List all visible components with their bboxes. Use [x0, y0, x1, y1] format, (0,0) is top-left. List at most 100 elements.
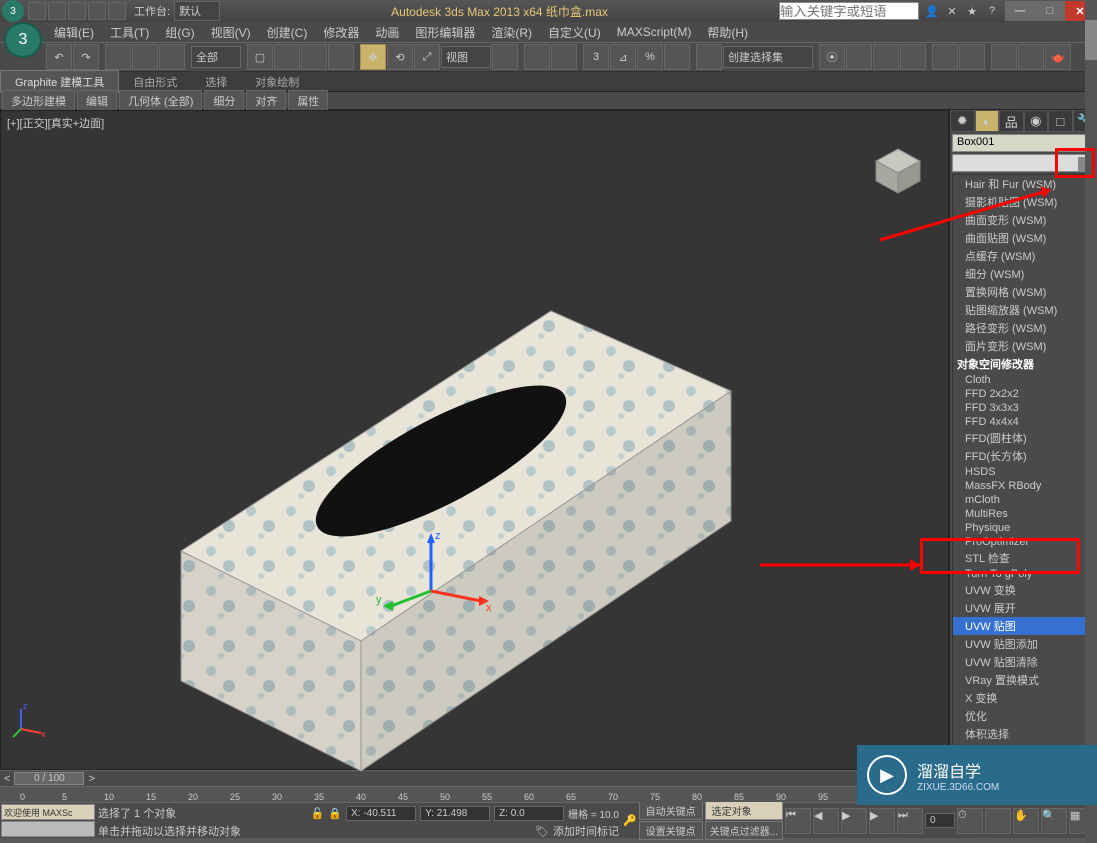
sign-in-icon[interactable]: 👤	[923, 2, 941, 20]
lock-selection-icon[interactable]: 🔒	[328, 807, 342, 820]
auto-key-button[interactable]: 自动关键点	[639, 801, 703, 820]
create-tab-icon[interactable]: ✹	[950, 110, 975, 132]
key-filters-button[interactable]: 关键点过滤器...	[705, 821, 783, 840]
layers-icon[interactable]	[873, 44, 899, 70]
ribbon-geometry[interactable]: 几何体 (全部)	[119, 90, 202, 112]
modifier-item[interactable]: VRay 置换模式	[953, 671, 1094, 689]
unlink-icon[interactable]	[132, 44, 158, 70]
named-selset-dropdown[interactable]: 创建选择集	[723, 46, 813, 68]
modifier-dropdown-list[interactable]: Hair 和 Fur (WSM)摄影机贴图 (WSM)曲面变形 (WSM)曲面贴…	[952, 174, 1095, 768]
modifier-item[interactable]: FFD(圆柱体)	[953, 429, 1094, 447]
key-mode-dropdown[interactable]: 选定对象	[705, 801, 783, 820]
window-crossing-icon[interactable]	[328, 44, 354, 70]
undo-icon[interactable]: ↶	[46, 44, 72, 70]
qat-save-icon[interactable]	[68, 2, 86, 20]
material-editor-icon[interactable]	[959, 44, 985, 70]
zoom-icon[interactable]: 🔍	[1041, 808, 1067, 834]
modifier-item[interactable]: 体积选择	[953, 725, 1094, 743]
app-icon[interactable]: 3	[2, 0, 24, 22]
modifier-item[interactable]: mCloth	[953, 493, 1094, 507]
pivot-icon[interactable]	[492, 44, 518, 70]
manipulate-icon[interactable]	[524, 44, 550, 70]
modifier-item[interactable]: ProOptimizer	[953, 535, 1094, 549]
maxscript-mini-listener[interactable]: 欢迎使用 MAXSc	[1, 804, 95, 820]
ribbon-align[interactable]: 对齐	[246, 90, 286, 112]
maxscript-output[interactable]	[1, 821, 95, 837]
qat-new-icon[interactable]	[28, 2, 46, 20]
menu-modifiers[interactable]: 修改器	[315, 22, 367, 43]
time-slider-thumb[interactable]: 0 / 100	[14, 772, 84, 785]
modifier-item[interactable]: 置换网格 (WSM)	[953, 283, 1094, 301]
modifier-item[interactable]: UVW 贴图清除	[953, 653, 1094, 671]
menu-group[interactable]: 组(G)	[157, 22, 202, 43]
modifier-item[interactable]: MultiRes	[953, 507, 1094, 521]
workspace-dropdown[interactable]: 默认	[174, 1, 220, 21]
z-coord-field[interactable]: Z: 0.0	[494, 806, 564, 821]
x-coord-field[interactable]: X: -40.511	[346, 806, 416, 821]
menu-views[interactable]: 视图(V)	[203, 22, 259, 43]
mirror-icon[interactable]: ⦿	[819, 44, 845, 70]
modifier-item[interactable]: 路径变形 (WSM)	[953, 319, 1094, 337]
scale-icon[interactable]: ⤢	[414, 44, 440, 70]
modifier-item[interactable]: HSDS	[953, 465, 1094, 479]
menu-tools[interactable]: 工具(T)	[102, 22, 157, 43]
modifier-item[interactable]: FFD 3x3x3	[953, 401, 1094, 415]
modifier-item[interactable]: STL 检查	[953, 549, 1094, 567]
curve-editor-icon[interactable]	[900, 44, 926, 70]
modifier-item[interactable]: 贴图缩放器 (WSM)	[953, 301, 1094, 319]
display-tab-icon[interactable]: □	[1048, 110, 1073, 132]
goto-end-icon[interactable]: ⏭	[897, 808, 923, 834]
spinner-snap-icon[interactable]	[664, 44, 690, 70]
menu-graph[interactable]: 图形编辑器	[407, 22, 483, 43]
align-icon[interactable]	[846, 44, 872, 70]
select-name-icon[interactable]	[274, 44, 300, 70]
modifier-list-dropdown[interactable]	[952, 154, 1095, 172]
modifier-item[interactable]: 面片变形 (WSM)	[953, 337, 1094, 355]
pan-icon[interactable]: ✋	[1013, 808, 1039, 834]
ribbon-properties[interactable]: 属性	[288, 90, 328, 112]
search-input[interactable]	[779, 2, 919, 20]
rendered-object[interactable]: z x y	[121, 261, 741, 781]
key-icon[interactable]: 🔑	[623, 814, 637, 827]
minimize-button[interactable]: —	[1005, 1, 1035, 21]
y-coord-field[interactable]: Y: 21.498	[420, 806, 490, 821]
snap-icon[interactable]: 3	[583, 44, 609, 70]
qat-redo-icon[interactable]	[108, 2, 126, 20]
time-config-icon[interactable]: ⏱	[957, 808, 983, 834]
modifier-item[interactable]: FFD 4x4x4	[953, 415, 1094, 429]
render-frame-icon[interactable]	[1018, 44, 1044, 70]
maximize-button[interactable]: □	[1035, 1, 1065, 21]
prev-frame-icon[interactable]: ◀	[813, 808, 839, 834]
modifier-item[interactable]: Physique	[953, 521, 1094, 535]
application-menu-button[interactable]: 3	[4, 22, 42, 58]
redo-icon[interactable]: ↷	[73, 44, 99, 70]
current-frame-field[interactable]: 0	[925, 813, 955, 828]
lock-icon[interactable]: 🔓	[311, 807, 325, 820]
modifier-item[interactable]: MassFX RBody	[953, 479, 1094, 493]
keyboard-icon[interactable]	[551, 44, 577, 70]
set-key-button[interactable]: 设置关键点	[639, 821, 703, 840]
edit-named-sel-icon[interactable]	[696, 44, 722, 70]
select-region-icon[interactable]	[301, 44, 327, 70]
modifier-item[interactable]: 细分 (WSM)	[953, 265, 1094, 283]
modify-tab-icon[interactable]: ◐	[975, 110, 1000, 132]
hierarchy-tab-icon[interactable]: 品	[999, 110, 1024, 132]
rotate-icon[interactable]: ⟲	[387, 44, 413, 70]
modifier-item[interactable]: FFD(长方体)	[953, 447, 1094, 465]
add-time-tag[interactable]: 添加时间标记	[553, 823, 619, 839]
menu-edit[interactable]: 编辑(E)	[46, 22, 102, 43]
ribbon-subdivide[interactable]: 细分	[204, 90, 244, 112]
scrollbar[interactable]	[1085, 174, 1095, 768]
time-tag-icon[interactable]: 🏷	[535, 825, 549, 838]
link-icon[interactable]	[105, 44, 131, 70]
bind-icon[interactable]	[159, 44, 185, 70]
modifier-item[interactable]: 优化	[953, 707, 1094, 725]
next-frame-icon[interactable]: ▶	[869, 808, 895, 834]
isolate-icon[interactable]	[985, 808, 1011, 834]
modifier-item[interactable]: UVW 变换	[953, 581, 1094, 599]
move-icon[interactable]: ✥	[360, 44, 386, 70]
ribbon-edit[interactable]: 编辑	[77, 90, 117, 112]
select-icon[interactable]: ▢	[247, 44, 273, 70]
qat-open-icon[interactable]	[48, 2, 66, 20]
goto-start-icon[interactable]: ⏮	[785, 808, 811, 834]
